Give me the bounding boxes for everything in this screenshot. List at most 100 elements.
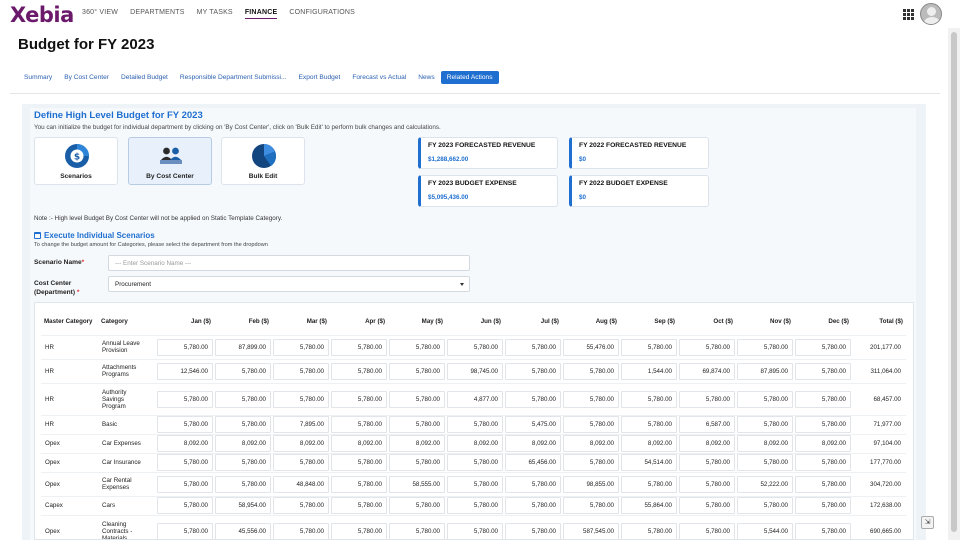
month-amount-input[interactable]: 98,855.00 [563, 475, 619, 493]
month-amount-input[interactable]: 5,780.00 [273, 390, 329, 408]
nav-departments[interactable]: DEPARTMENTS [130, 9, 184, 19]
nav-configurations[interactable]: CONFIGURATIONS [289, 9, 355, 19]
month-amount-input[interactable]: 5,780.00 [737, 454, 793, 471]
app-grid-icon[interactable] [903, 9, 914, 20]
month-amount-input[interactable]: 5,780.00 [157, 390, 213, 408]
month-amount-input[interactable]: 4,877.00 [447, 390, 503, 408]
month-amount-input[interactable]: 5,780.00 [563, 497, 619, 514]
month-amount-input[interactable]: 5,780.00 [505, 390, 561, 408]
month-amount-input[interactable]: 5,780.00 [795, 362, 851, 380]
month-amount-input[interactable]: 5,780.00 [215, 475, 271, 493]
month-amount-input[interactable]: 5,780.00 [737, 497, 793, 514]
month-amount-input[interactable]: 5,780.00 [273, 338, 329, 356]
month-amount-input[interactable]: 5,780.00 [331, 338, 387, 356]
month-amount-input[interactable]: 5,780.00 [447, 416, 503, 433]
brand-logo[interactable]: Xebia [10, 3, 74, 27]
nav-my-tasks[interactable]: MY TASKS [197, 9, 233, 19]
month-amount-input[interactable]: 5,780.00 [737, 416, 793, 433]
month-amount-input[interactable]: 5,780.00 [331, 390, 387, 408]
month-amount-input[interactable]: 5,780.00 [331, 522, 387, 539]
month-amount-input[interactable]: 65,456.00 [505, 454, 561, 471]
month-amount-input[interactable]: 5,780.00 [505, 497, 561, 514]
month-amount-input[interactable]: 5,780.00 [505, 362, 561, 380]
month-amount-input[interactable]: 5,780.00 [563, 416, 619, 433]
month-amount-input[interactable]: 5,475.00 [505, 416, 561, 433]
month-amount-input[interactable]: 12,546.00 [157, 362, 213, 380]
scenario-name-input[interactable]: --- Enter Scenario Name --- [108, 255, 470, 271]
tab-detailed-budget[interactable]: Detailed Budget [115, 71, 174, 84]
scenarios-card[interactable]: $ Scenarios [34, 137, 118, 185]
month-amount-input[interactable]: 5,780.00 [679, 338, 735, 356]
month-amount-input[interactable]: 5,780.00 [795, 416, 851, 433]
month-amount-input[interactable]: 5,780.00 [795, 475, 851, 493]
month-amount-input[interactable]: 5,780.00 [215, 416, 271, 433]
month-amount-input[interactable]: 58,954.00 [215, 497, 271, 514]
month-amount-input[interactable]: 5,780.00 [389, 362, 445, 380]
month-amount-input[interactable]: 5,780.00 [389, 390, 445, 408]
month-amount-input[interactable]: 5,780.00 [447, 338, 503, 356]
month-amount-input[interactable]: 5,780.00 [389, 454, 445, 471]
tab-news[interactable]: News [412, 71, 441, 84]
month-amount-input[interactable]: 5,780.00 [389, 522, 445, 539]
month-amount-input[interactable]: 8,092.00 [273, 435, 329, 452]
month-amount-input[interactable]: 5,780.00 [795, 497, 851, 514]
tab-export-budget[interactable]: Export Budget [293, 71, 347, 84]
month-amount-input[interactable]: 8,092.00 [563, 435, 619, 452]
month-amount-input[interactable]: 5,780.00 [795, 522, 851, 539]
tab-responsible-department[interactable]: Responsible Department Submissi... [174, 71, 293, 84]
month-amount-input[interactable]: 5,780.00 [795, 454, 851, 471]
month-amount-input[interactable]: 8,092.00 [737, 435, 793, 452]
month-amount-input[interactable]: 8,092.00 [157, 435, 213, 452]
month-amount-input[interactable]: 8,092.00 [389, 435, 445, 452]
month-amount-input[interactable]: 5,780.00 [505, 338, 561, 356]
month-amount-input[interactable]: 5,780.00 [563, 390, 619, 408]
month-amount-input[interactable]: 5,780.00 [331, 454, 387, 471]
month-amount-input[interactable]: 5,544.00 [737, 522, 793, 539]
by-cost-center-card[interactable]: By Cost Center [128, 137, 212, 185]
month-amount-input[interactable]: 5,780.00 [331, 497, 387, 514]
nav-finance[interactable]: FINANCE [244, 9, 278, 19]
page-scrollbar[interactable] [948, 28, 960, 540]
month-amount-input[interactable]: 5,780.00 [621, 338, 677, 356]
month-amount-input[interactable]: 8,092.00 [215, 435, 271, 452]
month-amount-input[interactable]: 8,092.00 [447, 435, 503, 452]
month-amount-input[interactable]: 5,780.00 [273, 454, 329, 471]
month-amount-input[interactable]: 5,780.00 [679, 454, 735, 471]
month-amount-input[interactable]: 5,780.00 [795, 338, 851, 356]
month-amount-input[interactable]: 5,780.00 [563, 454, 619, 471]
budget-table-container[interactable]: Master Category Category Jan ($) Feb ($) Mar… [34, 302, 914, 540]
month-amount-input[interactable]: 5,780.00 [215, 390, 271, 408]
month-amount-input[interactable]: 5,780.00 [157, 416, 213, 433]
month-amount-input[interactable]: 6,587.00 [679, 416, 735, 433]
month-amount-input[interactable]: 5,780.00 [157, 454, 213, 471]
month-amount-input[interactable]: 52,222.00 [737, 475, 793, 493]
month-amount-input[interactable]: 55,864.00 [621, 497, 677, 514]
month-amount-input[interactable]: 5,780.00 [331, 416, 387, 433]
month-amount-input[interactable]: 7,895.00 [273, 416, 329, 433]
month-amount-input[interactable]: 5,780.00 [621, 390, 677, 408]
month-amount-input[interactable]: 5,780.00 [621, 475, 677, 493]
month-amount-input[interactable]: 58,555.00 [389, 475, 445, 493]
tab-summary[interactable]: Summary [18, 71, 58, 84]
month-amount-input[interactable]: 587,545.00 [563, 522, 619, 539]
month-amount-input[interactable]: 5,780.00 [505, 475, 561, 493]
month-amount-input[interactable]: 98,745.00 [447, 362, 503, 380]
cost-center-select[interactable]: Procurement [108, 276, 470, 292]
month-amount-input[interactable]: 5,780.00 [679, 475, 735, 493]
month-amount-input[interactable]: 5,780.00 [273, 362, 329, 380]
month-amount-input[interactable]: 8,092.00 [621, 435, 677, 452]
scrollbar-thumb[interactable] [951, 32, 957, 532]
month-amount-input[interactable]: 5,780.00 [273, 522, 329, 539]
month-amount-input[interactable]: 1,544.00 [621, 362, 677, 380]
month-amount-input[interactable]: 5,780.00 [157, 475, 213, 493]
month-amount-input[interactable]: 5,780.00 [795, 390, 851, 408]
month-amount-input[interactable]: 69,874.00 [679, 362, 735, 380]
month-amount-input[interactable]: 5,780.00 [679, 497, 735, 514]
tab-related-actions[interactable]: Related Actions [440, 71, 499, 84]
month-amount-input[interactable]: 5,780.00 [331, 362, 387, 380]
month-amount-input[interactable]: 87,899.00 [215, 338, 271, 356]
month-amount-input[interactable]: 5,780.00 [157, 522, 213, 539]
month-amount-input[interactable]: 54,514.00 [621, 454, 677, 471]
month-amount-input[interactable]: 48,848.00 [273, 475, 329, 493]
month-amount-input[interactable]: 5,780.00 [737, 338, 793, 356]
